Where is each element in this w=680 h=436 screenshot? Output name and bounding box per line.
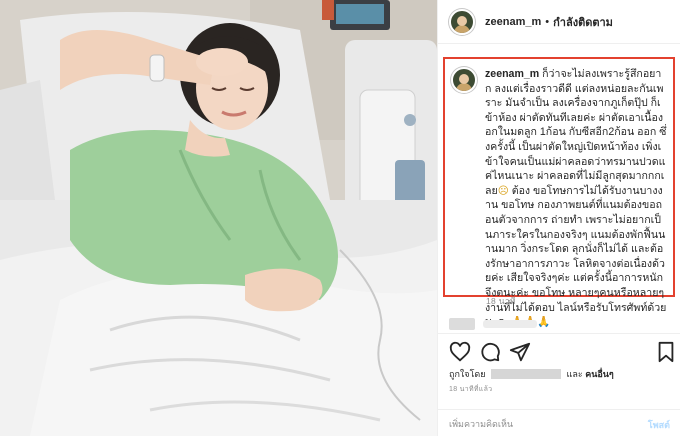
caption-avatar[interactable] [451, 67, 477, 93]
likes-others-link[interactable]: คนอื่นๆ [585, 367, 614, 381]
likes-and: และ [566, 369, 583, 379]
likes-prefix: ถูกใจโดย [449, 369, 486, 379]
heart-icon[interactable] [449, 341, 471, 363]
sad-face-emoji-icon: ☹ [497, 184, 509, 197]
caption-time[interactable]: 18 นาที [486, 294, 516, 308]
blurred-comment [483, 320, 537, 328]
post-timestamp[interactable]: 18 นาทีที่แล้ว [449, 384, 492, 395]
header-separator: • [545, 15, 550, 28]
commenter-avatar [449, 318, 475, 330]
comment-row-placeholder [449, 318, 669, 332]
comment-input[interactable] [449, 416, 619, 432]
caption-row: zeenam_m ก็ว่าจะไม่ลงเพราะรู้สึกอยาก ลงแ… [451, 67, 667, 330]
following-status-button[interactable]: กำลังติดตาม [553, 13, 613, 31]
post-photo[interactable] [0, 0, 437, 436]
caption-body-1: ก็ว่าจะไม่ลงเพราะรู้สึกอยาก ลงแต่เรื่องร… [485, 68, 667, 197]
post-header: zeenam_m • กำลังติดตาม [437, 0, 680, 44]
action-bar [437, 333, 680, 369]
author-username[interactable]: zeenam_m [485, 16, 541, 28]
add-comment-bar: โพสต์ [437, 409, 680, 436]
caption-highlight-box: zeenam_m ก็ว่าจะไม่ลงเพราะรู้สึกอยาก ลงแ… [443, 57, 675, 328]
hospital-photo-illustration [0, 0, 437, 436]
blurred-liker-name[interactable] [490, 369, 561, 379]
likes-line: ถูกใจโดย และ คนอื่นๆ [449, 367, 614, 381]
bookmark-icon[interactable] [655, 341, 677, 363]
caption-text: zeenam_m ก็ว่าจะไม่ลงเพราะรู้สึกอยาก ลงแ… [485, 67, 667, 330]
post-comment-button[interactable]: โพสต์ [648, 418, 670, 432]
caption-username[interactable]: zeenam_m [485, 68, 539, 80]
author-avatar[interactable] [449, 8, 475, 35]
comment-bubble-icon[interactable] [479, 341, 501, 363]
paper-plane-icon[interactable] [509, 341, 531, 363]
